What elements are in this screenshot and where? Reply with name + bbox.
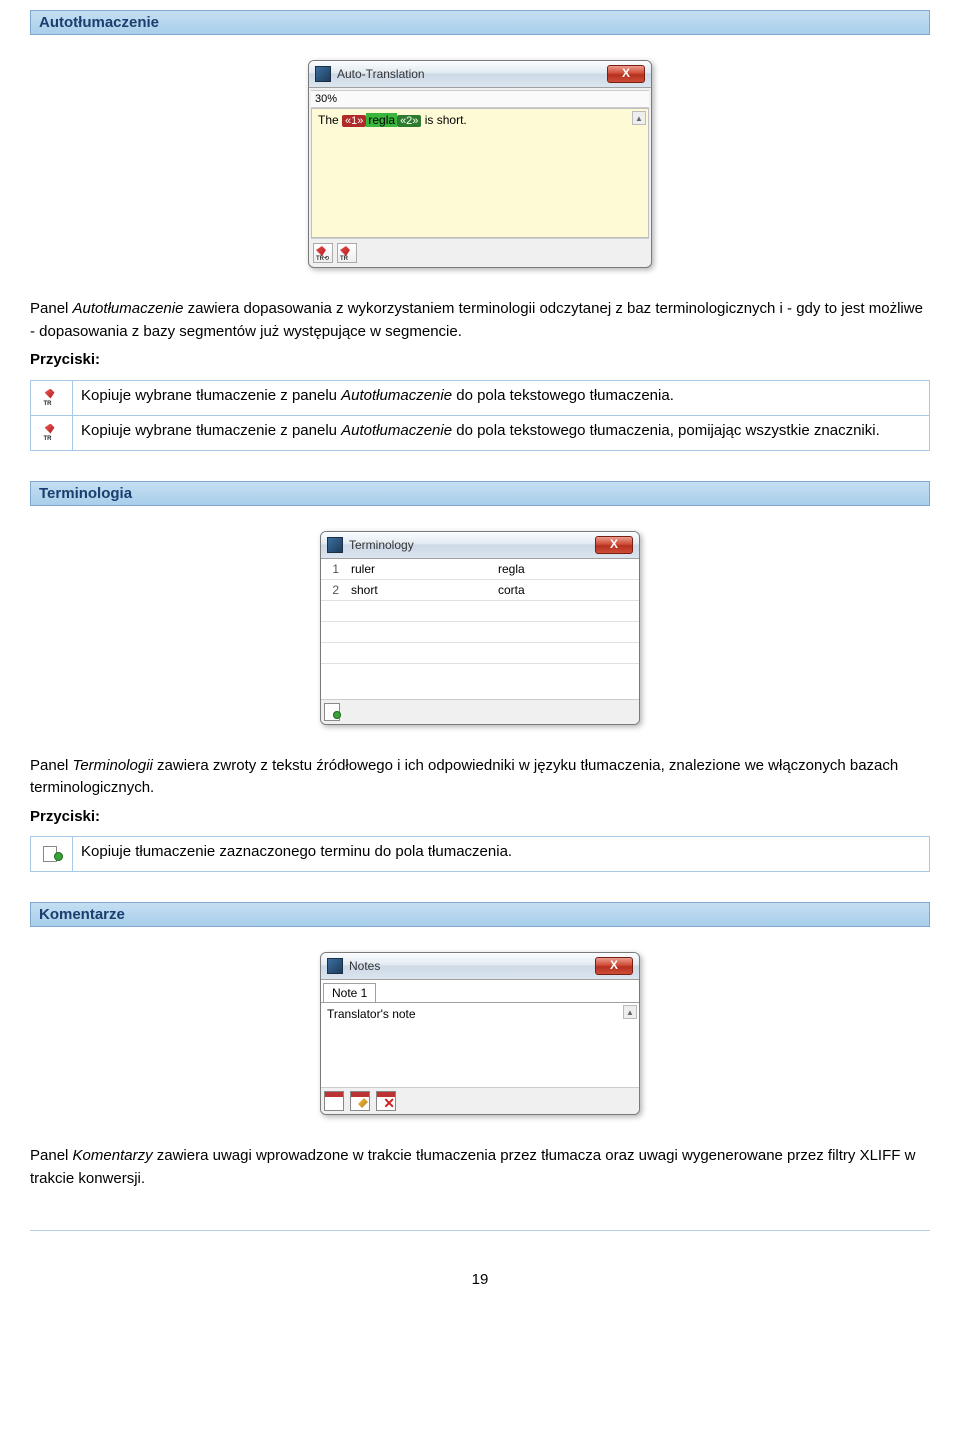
table-row[interactable]: 2 short corta xyxy=(321,579,639,600)
row-index: 1 xyxy=(321,559,345,580)
section-header-terminology: Terminologia xyxy=(30,481,930,506)
btn-desc: Kopiuje wybrane tłumaczenie z panelu Aut… xyxy=(73,415,930,450)
term-buttons-table: Kopiuje tłumaczenie zaznaczonego terminu… xyxy=(30,836,930,872)
window-titlebar: Terminology X xyxy=(321,532,639,559)
window-titlebar: Auto-Translation X xyxy=(309,61,651,88)
copy-term-icon xyxy=(43,843,61,861)
window-titlebar: Notes X xyxy=(321,953,639,980)
delete-note-icon[interactable] xyxy=(376,1091,396,1111)
tag-close: «2» xyxy=(397,115,421,127)
terminology-screenshot: Terminology X 1 ruler regla 2 short cort… xyxy=(30,531,930,725)
copy-with-tags-icon[interactable]: TR⟲ xyxy=(313,243,333,263)
table-row: Kopiuje wybrane tłumaczenie z panelu Aut… xyxy=(31,415,930,450)
auto-desc: Panel Autotłumaczenie zawiera dopasowani… xyxy=(30,298,930,343)
target-term: corta xyxy=(492,579,639,600)
scroll-up-icon[interactable]: ▲ xyxy=(623,1005,637,1019)
copy-with-tags-icon xyxy=(43,387,61,405)
row-index: 2 xyxy=(321,579,345,600)
note-content[interactable]: Translator's note ▲ xyxy=(321,1002,639,1087)
close-icon[interactable]: X xyxy=(595,957,633,975)
auto-buttons-table: Kopiuje wybrane tłumaczenie z panelu Aut… xyxy=(30,380,930,451)
edit-note-icon[interactable] xyxy=(350,1091,370,1111)
buttons-label: Przyciski: xyxy=(30,806,930,829)
btn-desc: Kopiuje wybrane tłumaczenie z panelu Aut… xyxy=(73,380,930,415)
match-percent: 30% xyxy=(311,90,649,108)
translation-preview: The «1»regla«2» is short. ▲ xyxy=(311,108,649,238)
segment-text-tail: is short. xyxy=(421,113,466,127)
term-highlight: regla xyxy=(366,113,397,127)
source-term: short xyxy=(345,579,492,600)
copy-no-tags-icon xyxy=(43,422,61,440)
table-row[interactable]: 1 ruler regla xyxy=(321,559,639,580)
notes-desc: Panel Komentarzy zawiera uwagi wprowadzo… xyxy=(30,1145,930,1190)
table-row: Kopiuje tłumaczenie zaznaczonego terminu… xyxy=(31,837,930,872)
notes-screenshot: Notes X Note 1 Translator's note ▲ xyxy=(30,952,930,1115)
btn-desc: Kopiuje tłumaczenie zaznaczonego terminu… xyxy=(73,837,930,872)
buttons-label: Przyciski: xyxy=(30,349,930,372)
window-title: Terminology xyxy=(349,538,414,552)
window-title: Auto-Translation xyxy=(337,67,425,81)
copy-term-icon[interactable] xyxy=(324,703,340,721)
target-term: regla xyxy=(492,559,639,580)
section-header-notes: Komentarze xyxy=(30,902,930,927)
app-icon xyxy=(315,66,331,82)
note-text: Translator's note xyxy=(327,1007,416,1021)
copy-no-tags-icon[interactable]: TR xyxy=(337,243,357,263)
close-icon[interactable]: X xyxy=(607,65,645,83)
window-title: Notes xyxy=(349,959,380,973)
terminology-table: 1 ruler regla 2 short corta xyxy=(321,559,639,664)
footer-separator xyxy=(30,1230,930,1231)
section-header-auto: Autotłumaczenie xyxy=(30,10,930,35)
add-note-icon[interactable] xyxy=(324,1091,344,1111)
close-icon[interactable]: X xyxy=(595,536,633,554)
tag-open: «1» xyxy=(342,115,366,127)
segment-text: The xyxy=(318,113,342,127)
auto-translation-screenshot: Auto-Translation X 30% The «1»regla«2» i… xyxy=(30,60,930,268)
app-icon xyxy=(327,958,343,974)
term-desc: Panel Terminologii zawiera zwroty z teks… xyxy=(30,755,930,800)
page-number: 19 xyxy=(30,1271,930,1288)
source-term: ruler xyxy=(345,559,492,580)
app-icon xyxy=(327,537,343,553)
scroll-up-icon[interactable]: ▲ xyxy=(632,111,646,125)
table-row: Kopiuje wybrane tłumaczenie z panelu Aut… xyxy=(31,380,930,415)
note-tab[interactable]: Note 1 xyxy=(323,983,376,1002)
